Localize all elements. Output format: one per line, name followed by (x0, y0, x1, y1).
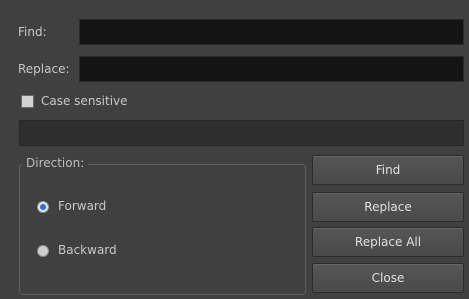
case-sensitive-checkbox[interactable] (21, 95, 34, 108)
backward-label: Backward (58, 243, 117, 257)
replace-button[interactable]: Replace (312, 192, 464, 222)
direction-title: Direction: (22, 156, 89, 170)
status-bar (19, 120, 464, 146)
find-button[interactable]: Find (312, 155, 464, 185)
replace-label: Replace: (18, 62, 70, 76)
direction-group: Direction: (19, 156, 306, 295)
find-input[interactable] (79, 19, 464, 45)
forward-label: Forward (58, 199, 107, 213)
close-button[interactable]: Close (312, 263, 464, 293)
replace-all-button[interactable]: Replace All (312, 227, 464, 257)
find-replace-dialog: Find: Replace: Case sensitive Direction:… (0, 0, 469, 299)
forward-radio[interactable] (37, 201, 49, 213)
find-label: Find: (18, 25, 47, 39)
backward-radio[interactable] (37, 245, 49, 257)
replace-input[interactable] (79, 56, 464, 82)
case-sensitive-label: Case sensitive (41, 94, 128, 108)
